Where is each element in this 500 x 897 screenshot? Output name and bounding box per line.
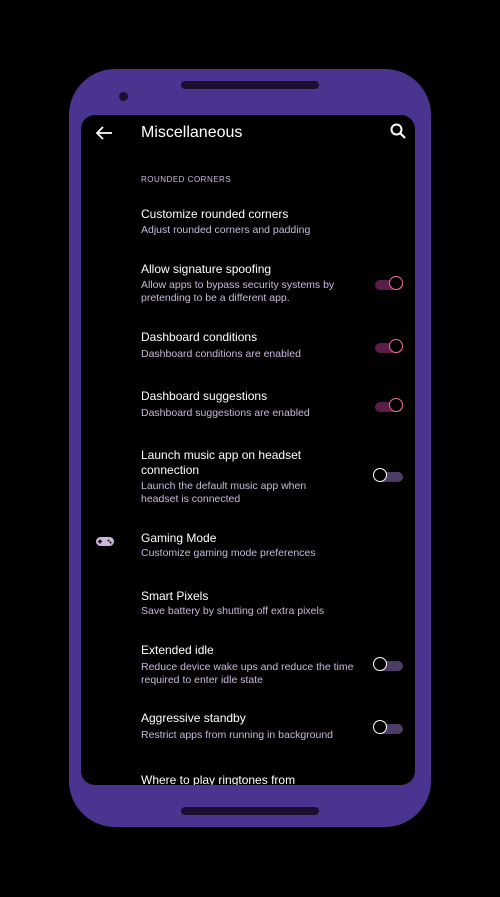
dashboard-conditions-toggle[interactable]: [373, 339, 403, 357]
arrow-back-icon[interactable]: [94, 123, 114, 143]
bottom-speaker: [181, 807, 319, 815]
item-subtitle: Restrict apps from running in background: [141, 729, 334, 741]
extended-idle-toggle[interactable]: [373, 657, 403, 675]
item-title: Launch music app on headset connection: [141, 448, 302, 477]
toggle-thumb: [373, 657, 387, 671]
item-subtitle: Reduce device wake ups and reduce the ti…: [141, 661, 354, 686]
item-subtitle: Dashboard suggestions are enabled: [141, 407, 310, 419]
list-item-dashboard-suggestions[interactable]: Dashboard suggestions Dashboard suggesti…: [81, 389, 415, 423]
item-title: Customize rounded corners: [141, 207, 289, 221]
dashboard-suggestions-toggle[interactable]: [373, 398, 403, 416]
list-item-customize-rounded-corners[interactable]: Customize rounded corners Adjust rounded…: [81, 207, 415, 241]
front-camera: [119, 92, 128, 101]
app-bar: Miscellaneous: [81, 115, 415, 155]
screen: Miscellaneous ROUNDED CORNERS Customize …: [81, 115, 415, 785]
list-item-aggressive-standby[interactable]: Aggressive standby Restrict apps from ru…: [81, 711, 415, 745]
list-item-gaming-mode[interactable]: Gaming Mode Customize gaming mode prefer…: [81, 531, 415, 565]
item-subtitle: Launch the default music app when headse…: [141, 480, 307, 505]
item-title: Smart Pixels: [141, 589, 209, 603]
item-title: Dashboard suggestions: [141, 389, 268, 403]
item-subtitle: Allow apps to bypass security systems by…: [141, 279, 335, 304]
toggle-thumb: [373, 720, 387, 734]
list-item-allow-signature-spoofing[interactable]: Allow signature spoofing Allow apps to b…: [81, 262, 415, 308]
item-title: Allow signature spoofing: [141, 262, 272, 276]
item-title: Dashboard conditions: [141, 330, 258, 344]
search-icon[interactable]: [389, 122, 407, 140]
item-title: Extended idle: [141, 643, 214, 657]
list-item-extended-idle[interactable]: Extended idle Reduce device wake ups and…: [81, 643, 415, 689]
list-item-ringtone-location[interactable]: Where to play ringtones from: [81, 773, 415, 785]
section-header: ROUNDED CORNERS: [141, 175, 232, 184]
launch-music-app-toggle[interactable]: [373, 468, 403, 486]
item-subtitle: Dashboard conditions are enabled: [141, 348, 301, 360]
item-title: Aggressive standby: [141, 711, 246, 725]
item-title: Where to play ringtones from: [141, 773, 296, 785]
aggressive-standby-toggle[interactable]: [373, 720, 403, 738]
list-item-dashboard-conditions[interactable]: Dashboard conditions Dashboard condition…: [81, 330, 415, 364]
item-subtitle: Adjust rounded corners and padding: [141, 224, 311, 236]
list-item-launch-music-app[interactable]: Launch music app on headset connection L…: [81, 448, 415, 508]
toggle-thumb: [389, 398, 403, 412]
phone-frame: Miscellaneous ROUNDED CORNERS Customize …: [69, 69, 431, 827]
list-item-smart-pixels[interactable]: Smart Pixels Save battery by shutting of…: [81, 589, 415, 623]
toggle-thumb: [389, 339, 403, 353]
page-title: Miscellaneous: [141, 124, 243, 141]
item-subtitle: Save battery by shutting off extra pixel…: [141, 605, 325, 617]
item-subtitle: Customize gaming mode preferences: [141, 547, 316, 559]
earpiece-speaker: [181, 81, 319, 89]
toggle-thumb: [389, 276, 403, 290]
gamepad-icon: [96, 537, 114, 546]
toggle-thumb: [373, 468, 387, 482]
item-title: Gaming Mode: [141, 531, 217, 545]
signature-spoofing-toggle[interactable]: [373, 276, 403, 294]
